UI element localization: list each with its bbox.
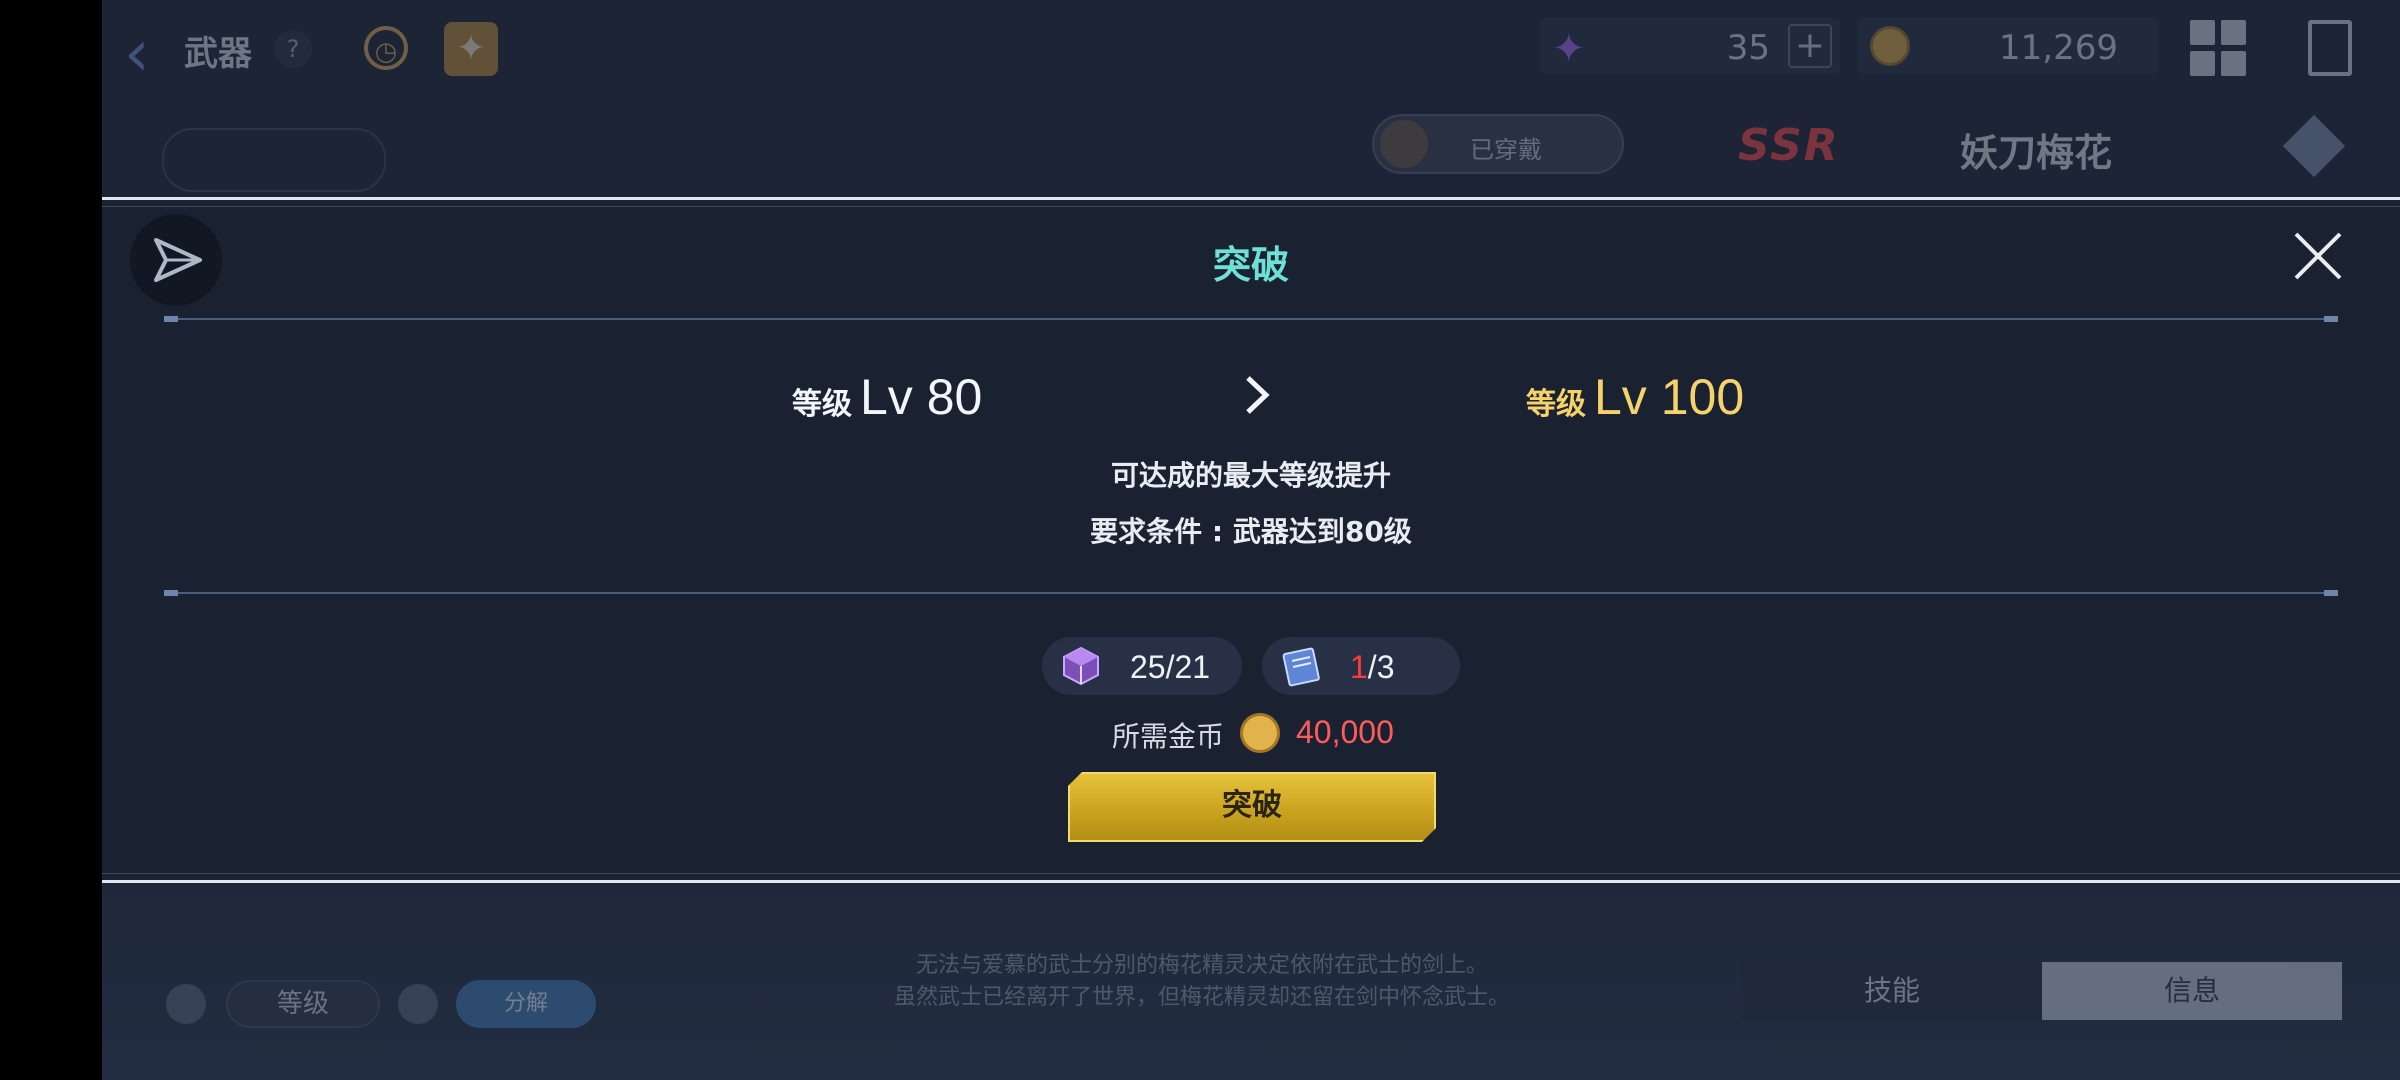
divider-top [164, 316, 2338, 322]
lock-icon[interactable] [2282, 114, 2346, 178]
material-book[interactable]: 1/3 [1262, 637, 1460, 695]
clock-icon[interactable]: ◷ [364, 26, 408, 70]
tab-skill[interactable]: 技能 [1742, 962, 2042, 1020]
weapon-name: 妖刀梅花 [1960, 131, 2113, 175]
help-icon[interactable]: ? [274, 30, 312, 68]
rarity-label: SSR [1738, 120, 1840, 171]
gold-cost-label: 所需金币 [1112, 720, 1225, 753]
tab-info[interactable]: 信息 [2042, 962, 2342, 1020]
weapon-story: 无法与爱慕的武士分别的梅花精灵决定依附在武士的剑上。 虽然武士已经离开了世界，但… [802, 950, 1602, 1014]
decompose-button[interactable]: 分解 [456, 980, 596, 1028]
modal-title: 突破 [1212, 243, 1289, 287]
gift-icon[interactable]: ✦ [444, 22, 498, 76]
exit-door-icon[interactable] [2308, 20, 2352, 76]
current-level-value: Lv 80 [860, 369, 983, 425]
arrow-right-icon [1238, 368, 1278, 422]
material-cube-count: 25/21 [1130, 649, 1211, 685]
blueprint-icon [1282, 647, 1320, 687]
gem-count: 35 [1726, 28, 1770, 68]
material-book-need: /3 [1367, 649, 1395, 685]
coin-icon [1870, 26, 1910, 66]
material-book-count: 1/3 [1350, 649, 1394, 686]
story-line-1: 无法与爱慕的武士分别的梅花精灵决定依附在武士的剑上。 [915, 953, 1488, 978]
filter-icon[interactable] [166, 984, 206, 1024]
chevron-down-icon[interactable] [398, 984, 438, 1024]
gold-coin-icon [1240, 713, 1280, 753]
breakthrough-button[interactable]: 突破 [1068, 772, 1436, 842]
next-level-value: Lv 100 [1594, 369, 1745, 425]
close-icon [2294, 232, 2342, 280]
worn-badge[interactable]: 已穿戴 [1372, 114, 1624, 174]
back-arrow-icon[interactable]: ‹ [124, 22, 150, 86]
coin-counter: 11,269 [1858, 18, 2158, 74]
worn-label: 已穿戴 [1470, 136, 1542, 164]
modal-border-top [102, 206, 2400, 207]
modal-border-bottom [102, 873, 2400, 874]
current-level: 等级 Lv 80 [792, 368, 982, 426]
gem-icon: ✦ [1552, 26, 1586, 72]
menu-grid-icon[interactable] [2190, 20, 2246, 76]
category-tab[interactable] [162, 128, 386, 192]
game-screen: ‹ 武器 ? ◷ ✦ ✦ 35 + 11,269 已穿戴 SSR 妖刀梅花 无法… [102, 0, 2400, 1080]
gold-cost-value: 40,000 [1296, 714, 1394, 750]
coin-count: 11,269 [1999, 28, 2118, 68]
divider-bottom [164, 590, 2338, 596]
breakthrough-modal: 突破 等级 Lv 80 等级 Lv 100 可达成的最大等级提升 要求条件 : … [102, 197, 2400, 883]
requirement-note: 要求条件 : 武器达到80级 [1090, 515, 1412, 548]
story-line-2: 虽然武士已经离开了世界，但梅花精灵却还留在剑中怀念武士。 [893, 985, 1510, 1010]
next-level-label: 等级 [1526, 387, 1586, 422]
max-level-note: 可达成的最大等级提升 [1110, 459, 1391, 492]
page-title: 武器 [184, 34, 252, 74]
add-gem-button[interactable]: + [1788, 24, 1832, 68]
sort-level-button[interactable]: 等级 [226, 980, 380, 1028]
material-cube[interactable]: 25/21 [1042, 637, 1242, 695]
current-level-label: 等级 [792, 387, 852, 422]
gem-counter: ✦ 35 + [1540, 18, 1840, 74]
close-button[interactable] [2290, 228, 2346, 284]
next-level: 等级 Lv 100 [1526, 368, 1744, 426]
avatar [1380, 120, 1428, 168]
material-book-have: 1 [1350, 649, 1368, 685]
cube-icon [1063, 646, 1099, 686]
